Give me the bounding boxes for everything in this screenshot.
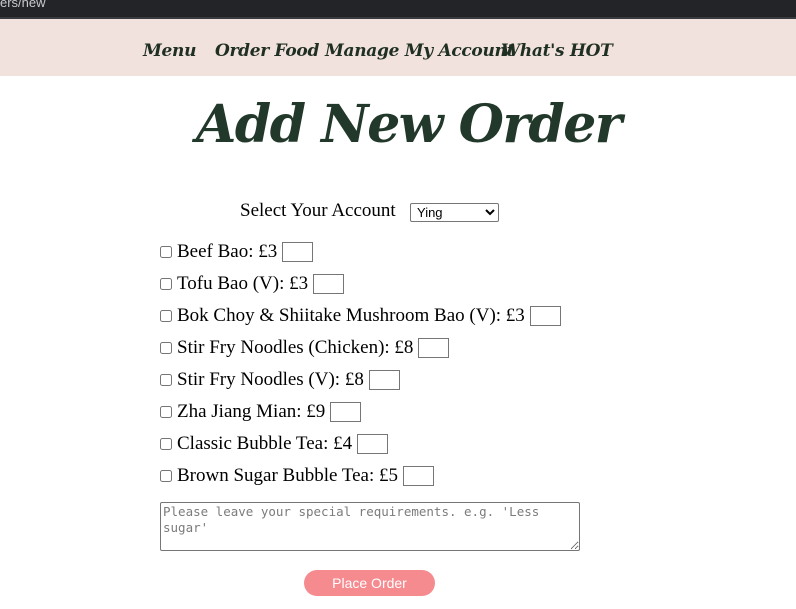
top-navigation: Menu Order Food Manage My Account What's… bbox=[0, 19, 796, 76]
menu-item-row: Tofu Bao (V): £3 bbox=[160, 272, 345, 296]
item-checkbox[interactable] bbox=[160, 310, 172, 322]
item-label: Brown Sugar Bubble Tea: £5 bbox=[177, 465, 399, 486]
page-title: Add New Order bbox=[196, 94, 622, 155]
menu-item-row: Brown Sugar Bubble Tea: £5 bbox=[160, 464, 435, 488]
nav-whats-hot-link[interactable]: What's HOT bbox=[501, 41, 613, 61]
quantity-input[interactable] bbox=[313, 274, 345, 294]
item-checkbox[interactable] bbox=[160, 374, 172, 386]
menu-item-row: Classic Bubble Tea: £4 bbox=[160, 432, 389, 456]
item-label: Stir Fry Noodles (V): £8 bbox=[177, 369, 364, 390]
item-label: Tofu Bao (V): £3 bbox=[177, 273, 309, 294]
item-checkbox[interactable] bbox=[160, 278, 172, 290]
menu-item-row: Stir Fry Noodles (V): £8 bbox=[160, 368, 400, 392]
item-label: Beef Bao: £3 bbox=[177, 241, 278, 262]
item-checkbox[interactable] bbox=[160, 406, 172, 418]
item-checkbox[interactable] bbox=[160, 438, 172, 450]
browser-address-bar[interactable]: ers/new bbox=[0, 0, 796, 19]
menu-item-row: Bok Choy & Shiitake Mushroom Bao (V): £3 bbox=[160, 304, 561, 328]
place-order-button[interactable]: Place Order bbox=[304, 570, 435, 596]
item-label: Stir Fry Noodles (Chicken): £8 bbox=[177, 337, 414, 358]
quantity-input[interactable] bbox=[330, 402, 362, 422]
menu-item-row: Stir Fry Noodles (Chicken): £8 bbox=[160, 336, 450, 360]
account-select[interactable]: Ying bbox=[410, 203, 499, 222]
menu-item-row: Beef Bao: £3 bbox=[160, 240, 314, 264]
quantity-input[interactable] bbox=[282, 242, 314, 262]
item-checkbox[interactable] bbox=[160, 470, 172, 482]
quantity-input[interactable] bbox=[529, 306, 561, 326]
quantity-input[interactable] bbox=[357, 434, 389, 454]
menu-item-row: Zha Jiang Mian: £9 bbox=[160, 400, 362, 424]
nav-menu-link[interactable]: Menu bbox=[143, 41, 196, 61]
nav-order-food-link[interactable]: Order Food bbox=[215, 41, 319, 61]
account-select-label: Select Your Account bbox=[240, 200, 396, 221]
quantity-input[interactable] bbox=[418, 338, 450, 358]
url-text[interactable]: ers/new bbox=[0, 0, 46, 10]
item-label: Classic Bubble Tea: £4 bbox=[177, 433, 353, 454]
quantity-input[interactable] bbox=[368, 370, 400, 390]
item-label: Zha Jiang Mian: £9 bbox=[177, 401, 326, 422]
item-checkbox[interactable] bbox=[160, 342, 172, 354]
item-label: Bok Choy & Shiitake Mushroom Bao (V): £3 bbox=[177, 305, 525, 326]
special-requirements-textarea[interactable] bbox=[160, 502, 580, 551]
nav-manage-account-link[interactable]: Manage My Account bbox=[325, 41, 514, 61]
quantity-input[interactable] bbox=[403, 466, 435, 486]
item-checkbox[interactable] bbox=[160, 246, 172, 258]
